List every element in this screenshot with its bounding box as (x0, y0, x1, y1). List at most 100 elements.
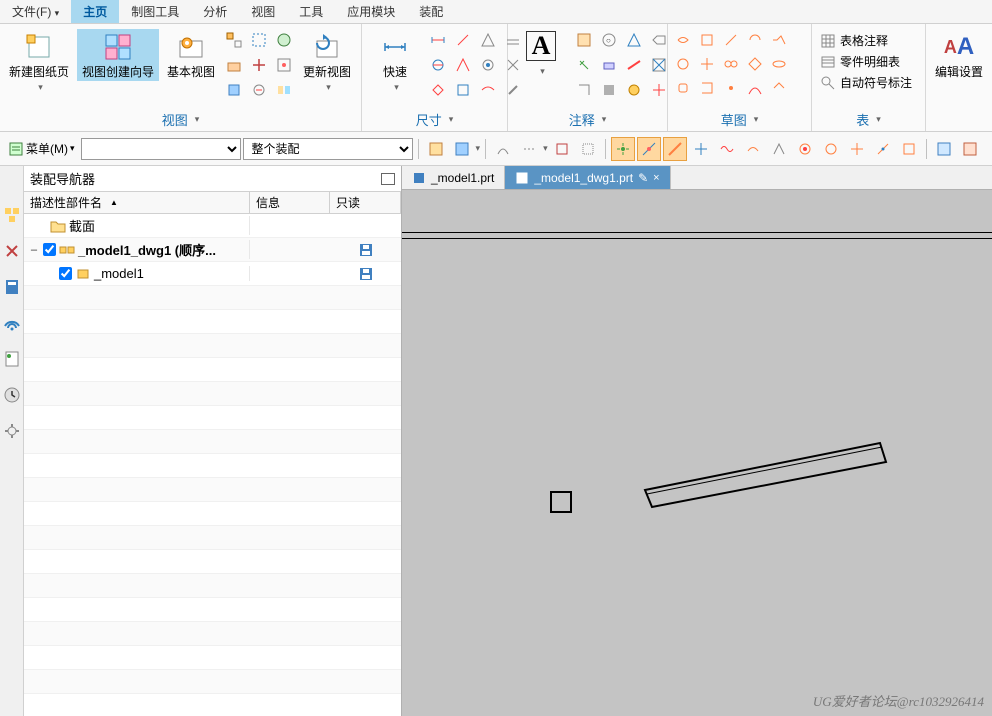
view-wizard-button[interactable]: 视图创建向导 (77, 29, 159, 81)
tab-model1[interactable]: _model1.prt (402, 166, 505, 189)
update-view-button[interactable]: 更新视图 (298, 29, 356, 95)
side-book-icon[interactable] (3, 278, 21, 296)
chk-model1[interactable] (59, 267, 72, 280)
tb-1[interactable] (424, 137, 448, 161)
tab-close[interactable]: × (653, 172, 659, 184)
side-history-icon[interactable] (3, 386, 21, 404)
sk-15[interactable] (768, 77, 790, 99)
tb-end-1[interactable] (932, 137, 956, 161)
tree-row-model1[interactable]: _model1 (24, 262, 401, 286)
dim-3[interactable] (477, 29, 499, 51)
anno-4[interactable] (648, 29, 670, 51)
sk-11[interactable] (672, 77, 694, 99)
tb-snap-8[interactable] (793, 137, 817, 161)
tb-snap-1[interactable] (611, 137, 635, 161)
dim-6[interactable] (452, 54, 474, 76)
base-view-button[interactable]: 基本视图 (162, 29, 220, 81)
annotation-button[interactable]: A (512, 29, 570, 79)
sk-7[interactable] (696, 53, 718, 75)
sk-8[interactable] (720, 53, 742, 75)
combo-2[interactable]: 整个装配 (243, 138, 413, 160)
sk-6[interactable] (672, 53, 694, 75)
tb-5[interactable] (550, 137, 574, 161)
anno-1[interactable] (573, 29, 595, 51)
tb-snap-10[interactable] (845, 137, 869, 161)
group-sketch-label[interactable]: 草图 (672, 109, 807, 131)
sk-2[interactable] (696, 29, 718, 51)
sk-14[interactable] (744, 77, 766, 99)
view-tool-4[interactable] (223, 54, 245, 76)
quick-dim-button[interactable]: 快速 (366, 29, 424, 95)
view-tool-1[interactable] (223, 29, 245, 51)
tree-row-dwg[interactable]: −_model1_dwg1 (顺序... (24, 238, 401, 262)
dim-2[interactable] (452, 29, 474, 51)
expander[interactable]: − (28, 243, 40, 257)
menu-tools[interactable]: 工具 (287, 0, 335, 23)
new-sheet-button[interactable]: 新建图纸页 (4, 29, 74, 95)
anno-10[interactable] (598, 79, 620, 101)
menu-toggle[interactable]: 菜单(M)▾ (4, 138, 79, 159)
side-assembly-icon[interactable] (3, 206, 21, 224)
sk-1[interactable] (672, 29, 694, 51)
tb-snap-9[interactable] (819, 137, 843, 161)
side-gear-icon[interactable] (3, 422, 21, 440)
dim-11[interactable] (477, 79, 499, 101)
tb-snap-4[interactable] (689, 137, 713, 161)
tb-snap-2[interactable] (637, 137, 661, 161)
view-tool-9[interactable] (273, 79, 295, 101)
panel-toggle[interactable] (381, 173, 395, 185)
dim-7[interactable] (477, 54, 499, 76)
chk-dwg[interactable] (43, 243, 56, 256)
sk-12[interactable] (696, 77, 718, 99)
menu-assembly[interactable]: 装配 (407, 0, 455, 23)
menu-drawing-tools[interactable]: 制图工具 (119, 0, 191, 23)
anno-9[interactable] (573, 79, 595, 101)
anno-3[interactable] (623, 29, 645, 51)
tb-snap-12[interactable] (897, 137, 921, 161)
combo-1[interactable] (81, 138, 241, 160)
tab-dwg[interactable]: _model1_dwg1.prt ✎ × (505, 166, 670, 189)
anno-8[interactable] (648, 54, 670, 76)
tb-snap-5[interactable] (715, 137, 739, 161)
menu-app-modules[interactable]: 应用模块 (335, 0, 407, 23)
menu-file[interactable]: 文件(F) ▾ (0, 0, 71, 23)
sk-13[interactable] (720, 77, 742, 99)
tb-snap-11[interactable] (871, 137, 895, 161)
anno-11[interactable] (623, 79, 645, 101)
view-tool-8[interactable] (248, 79, 270, 101)
view-tool-5[interactable] (248, 54, 270, 76)
menu-analysis[interactable]: 分析 (191, 0, 239, 23)
group-anno-label[interactable]: 注释 (512, 109, 663, 131)
tb-3[interactable] (491, 137, 515, 161)
dim-1[interactable] (427, 29, 449, 51)
tb-snap-3[interactable] (663, 137, 687, 161)
view-tool-2[interactable] (248, 29, 270, 51)
tb-4[interactable] (517, 137, 541, 161)
sk-3[interactable] (720, 29, 742, 51)
group-view-label[interactable]: 视图 (4, 109, 357, 131)
menu-view[interactable]: 视图 (239, 0, 287, 23)
sk-10[interactable] (768, 53, 790, 75)
tb-snap-6[interactable] (741, 137, 765, 161)
side-doc-icon[interactable] (3, 350, 21, 368)
anno-2[interactable]: ○ (598, 29, 620, 51)
auto-balloon-button[interactable]: 自动符号标注 (816, 73, 916, 92)
anno-7[interactable] (623, 54, 645, 76)
menu-home[interactable]: 主页 (71, 0, 119, 23)
view-tool-7[interactable] (223, 79, 245, 101)
group-table-label[interactable]: 表 (816, 109, 921, 131)
anno-6[interactable] (598, 54, 620, 76)
col-readonly[interactable]: 只读 (330, 192, 401, 213)
side-constraint-icon[interactable] (3, 242, 21, 260)
canvas[interactable]: UG爱好者论坛@rc1032926414 (402, 190, 992, 716)
tb-2[interactable] (450, 137, 474, 161)
dim-10[interactable] (452, 79, 474, 101)
table-annotation-button[interactable]: 表格注释 (816, 31, 916, 50)
edit-settings-button[interactable]: AA 编辑设置 (930, 29, 988, 81)
tb-end-2[interactable] (958, 137, 982, 161)
dim-9[interactable] (427, 79, 449, 101)
col-info[interactable]: 信息 (250, 192, 330, 213)
sk-9[interactable] (744, 53, 766, 75)
anno-5[interactable] (573, 54, 595, 76)
tree-row-sections[interactable]: 截面 (24, 214, 401, 238)
